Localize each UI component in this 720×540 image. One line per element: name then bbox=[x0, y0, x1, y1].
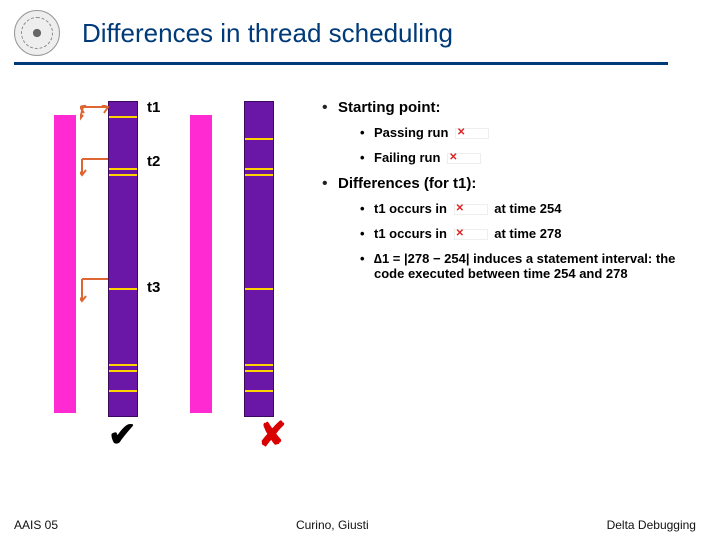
fail-pink-fill bbox=[190, 115, 212, 413]
cross-icon: ✘ bbox=[258, 415, 287, 455]
failing-run: Failing run bbox=[360, 150, 700, 165]
label-t1: t1 bbox=[147, 99, 160, 116]
occ-fail-a: t1 occurs in bbox=[374, 226, 447, 241]
arrow-t3 bbox=[80, 277, 110, 305]
pass-seg-6 bbox=[109, 370, 137, 372]
occ-fail-icon bbox=[454, 229, 488, 240]
footer-center: Curino, Giusti bbox=[296, 518, 369, 532]
arrow-t1 bbox=[80, 105, 110, 125]
fail-seg-2 bbox=[245, 168, 273, 170]
header: Differences in thread scheduling bbox=[0, 0, 720, 62]
occ-fail: t1 occurs in at time 278 bbox=[360, 226, 700, 241]
pass-seg-1 bbox=[109, 116, 137, 118]
pass-seg-3 bbox=[109, 174, 137, 176]
fail-seg-4 bbox=[245, 288, 273, 290]
label-t2: t2 bbox=[147, 153, 160, 170]
delta-text: ∆1 = |278 − 254| induces a statement int… bbox=[374, 251, 675, 281]
failing-run-icon bbox=[447, 153, 481, 164]
occ-pass-icon bbox=[454, 204, 488, 215]
occ-pass-b: at time 254 bbox=[494, 201, 561, 216]
fail-seg-1 bbox=[245, 138, 273, 140]
failing-run-label: Failing run bbox=[374, 150, 440, 165]
occ-pass-a: t1 occurs in bbox=[374, 201, 447, 216]
seal-logo bbox=[14, 10, 60, 56]
starting-point-label: Starting point: bbox=[338, 99, 440, 116]
slide-title: Differences in thread scheduling bbox=[82, 18, 453, 49]
arrow-t2 bbox=[80, 157, 110, 179]
delta-line: ∆1 = |278 − 254| induces a statement int… bbox=[360, 251, 700, 281]
pass-seg-7 bbox=[109, 390, 137, 392]
pass-seg-4 bbox=[109, 288, 137, 290]
fail-seg-5 bbox=[245, 364, 273, 366]
footer-right: Delta Debugging bbox=[607, 518, 696, 532]
thread-diagram: t1 t2 t3 ✔ ✘ bbox=[28, 95, 312, 457]
footer-left: AAIS 05 bbox=[14, 518, 58, 532]
notes: Starting point: Passing run Failing run … bbox=[322, 95, 700, 457]
fail-seg-3 bbox=[245, 174, 273, 176]
differences: Differences (for t1): t1 occurs in at ti… bbox=[322, 175, 700, 281]
check-icon: ✔ bbox=[108, 415, 137, 455]
occ-fail-b: at time 278 bbox=[494, 226, 561, 241]
fail-purple-bar bbox=[244, 101, 274, 417]
differences-label: Differences (for t1): bbox=[338, 175, 476, 192]
pass-pink-fill bbox=[54, 115, 76, 413]
label-t3: t3 bbox=[147, 279, 160, 296]
pass-pink-column bbox=[50, 105, 80, 413]
footer: AAIS 05 Curino, Giusti Delta Debugging bbox=[0, 518, 720, 532]
occ-pass: t1 occurs in at time 254 bbox=[360, 201, 700, 216]
fail-seg-7 bbox=[245, 390, 273, 392]
content-area: t1 t2 t3 ✔ ✘ Starting point: Passing run… bbox=[0, 65, 720, 457]
passing-run-icon bbox=[455, 128, 489, 139]
passing-run: Passing run bbox=[360, 125, 700, 140]
pass-seg-5 bbox=[109, 364, 137, 366]
fail-seg-6 bbox=[245, 370, 273, 372]
fail-pink-column bbox=[186, 105, 216, 413]
starting-point: Starting point: Passing run Failing run bbox=[322, 99, 700, 165]
pass-purple-bar bbox=[108, 101, 138, 417]
passing-run-label: Passing run bbox=[374, 125, 448, 140]
pass-seg-2 bbox=[109, 168, 137, 170]
